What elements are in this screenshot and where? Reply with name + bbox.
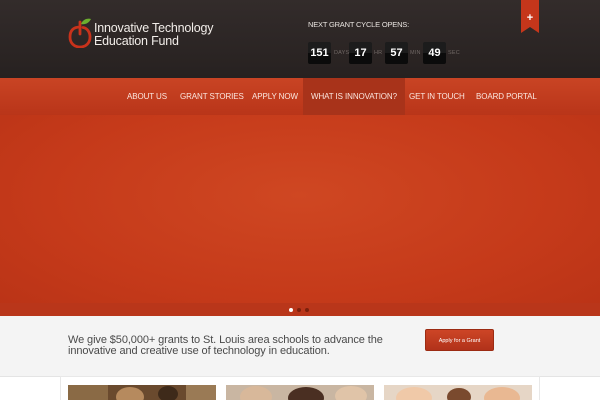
slider-dot-1[interactable]: [289, 308, 293, 312]
students-photo-icon[interactable]: [226, 385, 374, 400]
nav-item-board-portal[interactable]: BOARD PORTAL: [468, 78, 545, 115]
nav-item-what-is-innovation[interactable]: WHAT IS INNOVATION?: [303, 78, 405, 115]
hero-slider: [0, 115, 600, 316]
site-header: Innovative Technology Education Fund NEX…: [0, 0, 600, 78]
apply-for-grant-button[interactable]: Apply for a Grant: [425, 329, 494, 351]
callout-band: We give $50,000+ grants to St. Louis are…: [0, 316, 600, 377]
children-photo-icon[interactable]: [384, 385, 532, 400]
plus-icon: +: [527, 12, 533, 24]
countdown-seconds-value: 49: [423, 42, 446, 64]
countdown-days-unit: DAYS: [334, 50, 350, 56]
countdown-seconds-unit: SEC: [448, 50, 460, 56]
brand-line-2: Education Fund: [94, 34, 179, 48]
main-nav: ABOUT US GRANT STORIES APPLY NOW WHAT IS…: [0, 78, 600, 116]
nav-item-about-us[interactable]: ABOUT US: [120, 78, 174, 115]
apple-power-icon: [68, 18, 92, 48]
countdown-label: NEXT GRANT CYCLE OPENS:: [308, 20, 409, 29]
site-logo[interactable]: Innovative Technology Education Fund: [68, 18, 223, 52]
slider-dot-3[interactable]: [305, 308, 309, 312]
nav-item-apply-now[interactable]: APPLY NOW: [245, 78, 305, 115]
countdown-hours-unit: HR: [374, 50, 383, 56]
countdown-minutes-value: 57: [385, 42, 408, 64]
classroom-photo-icon[interactable]: [68, 385, 216, 400]
slider-dot-2[interactable]: [297, 308, 301, 312]
nav-item-get-in-touch[interactable]: GET IN TOUCH: [402, 78, 472, 115]
top-ribbon[interactable]: +: [521, 0, 539, 33]
nav-item-grant-stories[interactable]: GRANT STORIES: [173, 78, 251, 115]
countdown-minutes-unit: MIN: [410, 50, 421, 56]
countdown-days-value: 151: [308, 42, 331, 64]
countdown-hours-value: 17: [349, 42, 372, 64]
mission-statement: We give $50,000+ grants to St. Louis are…: [68, 334, 383, 357]
brand-name: Innovative Technology Education Fund: [94, 22, 213, 48]
